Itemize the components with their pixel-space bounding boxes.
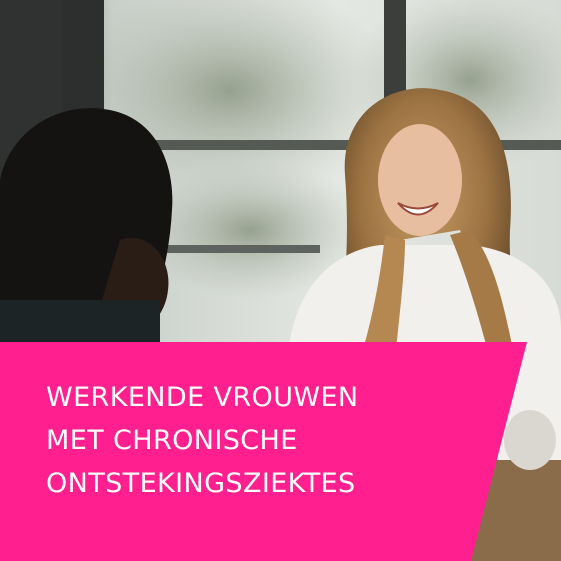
promo-card: WERKENDE VROUWEN MET CHRONISCHE ONTSTEKI… bbox=[0, 0, 561, 561]
headline-line-3: ONTSTEKINGSZIEKTES bbox=[46, 468, 356, 499]
headline-line-2: MET CHRONISCHE bbox=[46, 425, 298, 456]
headline: WERKENDE VROUWEN MET CHRONISCHE ONTSTEKI… bbox=[46, 376, 476, 505]
headline-line-1: WERKENDE VROUWEN bbox=[46, 382, 359, 413]
